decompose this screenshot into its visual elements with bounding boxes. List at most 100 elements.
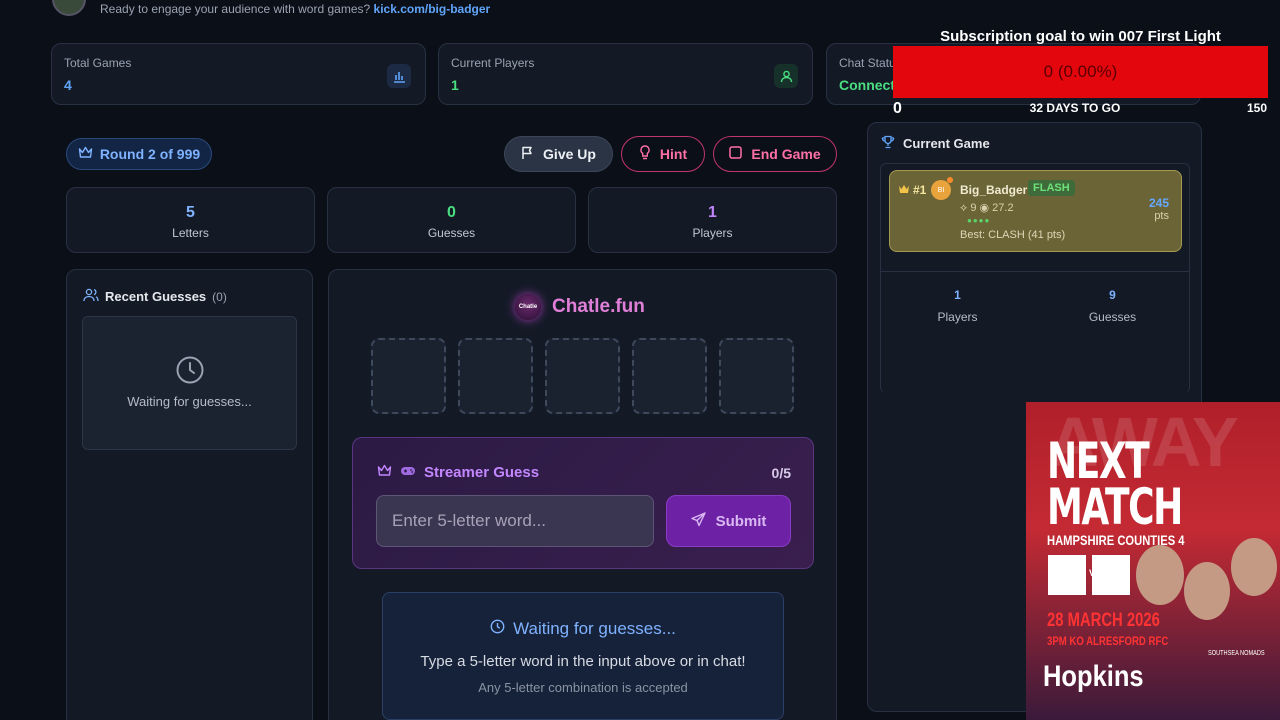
tagline-text: Ready to engage your audience with word … bbox=[100, 2, 371, 16]
hint-button[interactable]: Hint bbox=[621, 136, 705, 172]
recent-guesses-title: Recent Guesses bbox=[105, 289, 207, 304]
waiting-status: Waiting for guesses... Type a 5-letter w… bbox=[382, 592, 784, 720]
players-label: Players bbox=[692, 226, 733, 240]
streamer-guess-panel: Streamer Guess 0/5 Submit bbox=[352, 437, 814, 569]
stat-card-current-players: Current Players 1 bbox=[438, 43, 813, 105]
rank-badge: #1 bbox=[898, 183, 926, 197]
stat-card-total-games: Total Games 4 bbox=[51, 43, 426, 105]
streamer-guess-counter: 0/5 bbox=[771, 465, 791, 481]
streamer-guess-title: Streamer Guess bbox=[424, 464, 540, 481]
poster-competition: HAMPSHIRE COUNTIES 4 bbox=[1047, 532, 1185, 548]
letter-tile bbox=[458, 338, 533, 414]
home-club-badge bbox=[1048, 555, 1086, 595]
recent-guesses-empty: Waiting for guesses... bbox=[82, 316, 297, 450]
summary-players-label: Players bbox=[937, 310, 978, 324]
summary-players-value: 1 bbox=[954, 288, 961, 302]
guesses-label: Guesses bbox=[427, 226, 476, 240]
flag-icon bbox=[521, 146, 534, 163]
letter-tile bbox=[719, 338, 794, 414]
next-match-poster: AWAY NEXT MATCH HAMPSHIRE COUNTIES 4 VS … bbox=[1026, 402, 1280, 720]
game-summary: 1 Players 9 Guesses bbox=[880, 271, 1190, 324]
bar-chart-icon bbox=[387, 64, 411, 88]
word-input[interactable] bbox=[376, 495, 654, 547]
submit-label: Submit bbox=[715, 512, 767, 530]
users-icon bbox=[83, 288, 99, 305]
hint-label: Hint bbox=[659, 146, 688, 162]
points-value: 245 bbox=[1148, 196, 1169, 210]
round-indicator: Round 2 of 999 bbox=[66, 138, 212, 170]
round-label: Round 2 of 999 bbox=[99, 146, 201, 162]
poster-sponsor: Hopkins bbox=[1043, 660, 1144, 693]
guesses-count: 0 bbox=[447, 204, 456, 221]
letters-stat: 5 Letters bbox=[66, 187, 315, 253]
stat-value: 4 bbox=[64, 77, 72, 93]
player-name: Big_Badger bbox=[960, 183, 1028, 197]
player-photo bbox=[1136, 545, 1184, 605]
clock-icon bbox=[175, 355, 205, 390]
streamer-guess-header: Streamer Guess bbox=[377, 464, 539, 481]
send-icon bbox=[690, 511, 706, 531]
rank-label: #1 bbox=[913, 183, 927, 197]
brand-name: Chatle.fun bbox=[552, 296, 645, 317]
subscription-goal-title: Subscription goal to win 007 First Light bbox=[940, 28, 1221, 45]
points-unit: pts bbox=[1154, 210, 1169, 222]
channel-avatar bbox=[52, 0, 86, 16]
recent-guesses-count: (0) bbox=[212, 289, 227, 304]
brand: Chatle Chatle.fun bbox=[515, 294, 645, 320]
away-club-badge bbox=[1092, 555, 1130, 595]
status-note: Any 5-letter combination is accepted bbox=[478, 680, 688, 695]
letter-tile bbox=[545, 338, 620, 414]
channel-link[interactable]: kick.com/big-badger bbox=[374, 2, 491, 16]
gamepad-icon bbox=[400, 464, 416, 481]
letter-tile bbox=[632, 338, 707, 414]
online-dot bbox=[947, 177, 953, 183]
lightbulb-icon bbox=[639, 145, 651, 163]
leaderboard-row: #1 BI Big_Badger FLASH ⟡ 9 ◉ 27.2 ●●●● B… bbox=[889, 170, 1182, 252]
player-avatar-initials: BI bbox=[937, 186, 945, 194]
poster-club-name: SOUTHSEA NOMADS bbox=[1208, 650, 1265, 657]
player-meta: ⟡ 9 ◉ 27.2 bbox=[960, 202, 1014, 214]
poster-kickoff: 3PM KO ALRESFORD RFC bbox=[1047, 634, 1169, 648]
end-game-button[interactable]: End Game bbox=[713, 136, 837, 172]
attempt-dots: ●●●● bbox=[967, 216, 991, 225]
summary-players: 1 Players bbox=[880, 272, 1035, 324]
players-stat: 1 Players bbox=[588, 187, 837, 253]
subscription-max: 150 bbox=[1246, 101, 1267, 115]
clock-icon bbox=[490, 619, 505, 639]
recent-guesses-header: Recent Guesses (0) bbox=[83, 288, 227, 305]
letter-tile bbox=[371, 338, 446, 414]
poster-headline: NEXT MATCH bbox=[1047, 432, 1183, 536]
recent-waiting-text: Waiting for guesses... bbox=[127, 394, 252, 409]
crown-icon bbox=[377, 464, 392, 481]
stat-label: Total Games bbox=[64, 56, 132, 70]
stat-value: 1 bbox=[451, 77, 459, 93]
current-game-title: Current Game bbox=[903, 136, 990, 151]
current-guess-tag: FLASH bbox=[1028, 180, 1075, 196]
summary-guesses-value: 9 bbox=[1109, 288, 1116, 302]
trophy-icon bbox=[881, 135, 895, 152]
user-icon bbox=[774, 64, 798, 88]
player-photo bbox=[1231, 538, 1277, 596]
chatle-logo: Chatle bbox=[515, 294, 541, 320]
status-title-row: Waiting for guesses... bbox=[383, 619, 783, 639]
subscription-goal-overlay: Subscription goal to win 007 First Light… bbox=[893, 28, 1268, 117]
poster-date: 28 MARCH 2026 bbox=[1047, 610, 1160, 631]
player-points: 245 pts bbox=[1149, 196, 1169, 222]
player-avatar: BI bbox=[931, 180, 951, 200]
give-up-button[interactable]: Give Up bbox=[504, 136, 613, 172]
crown-icon bbox=[78, 146, 93, 162]
stop-square-icon bbox=[729, 146, 743, 162]
status-instruction: Type a 5-letter word in the input above … bbox=[420, 653, 746, 670]
status-title: Waiting for guesses... bbox=[513, 619, 676, 638]
submit-button[interactable]: Submit bbox=[666, 495, 791, 547]
player-photo bbox=[1184, 562, 1230, 620]
summary-guesses-label: Guesses bbox=[1088, 310, 1137, 324]
give-up-label: Give Up bbox=[543, 146, 596, 162]
recent-guesses-panel: Recent Guesses (0) Waiting for guesses..… bbox=[66, 269, 313, 720]
logo-text: Chatle bbox=[518, 304, 538, 310]
end-game-label: End Game bbox=[751, 146, 821, 162]
subscription-progress-text: 0 (0.00%) bbox=[1043, 62, 1118, 81]
players-count: 1 bbox=[708, 204, 717, 221]
stat-label: Current Players bbox=[451, 56, 535, 70]
player-best: Best: CLASH (41 pts) bbox=[960, 229, 1066, 241]
